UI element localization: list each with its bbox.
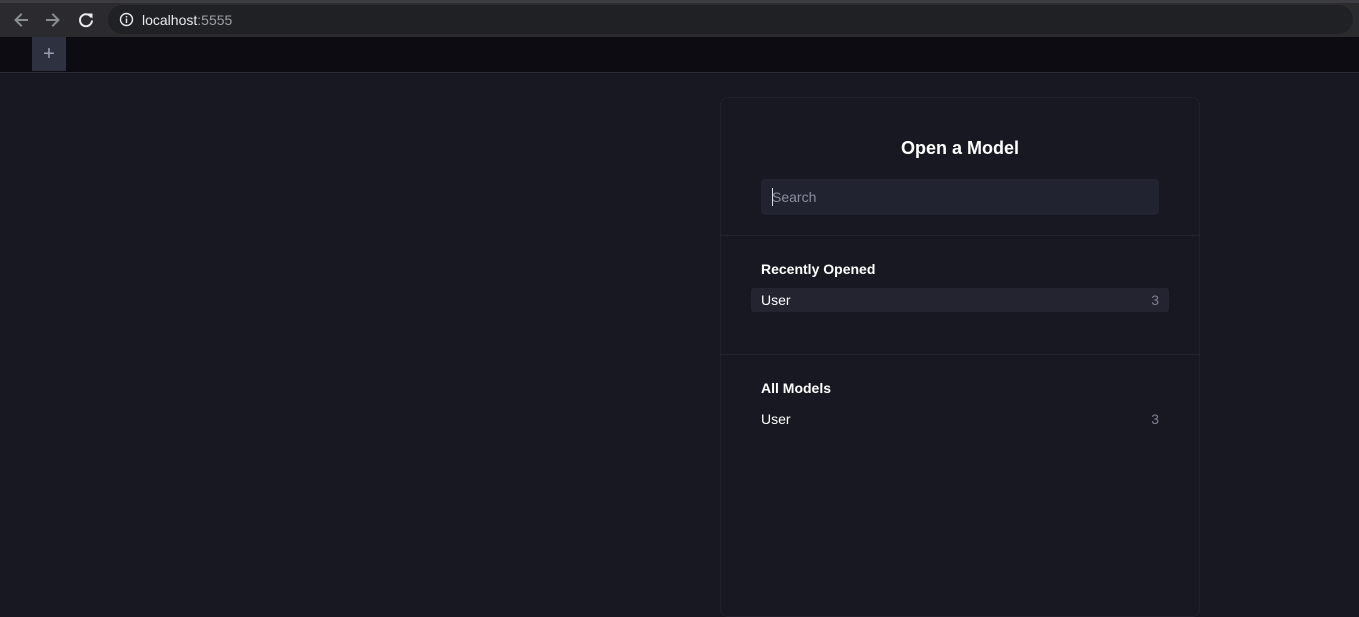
reload-icon — [79, 13, 93, 28]
open-model-panel: Open a Model Recently Opened User 3 All … — [720, 97, 1200, 617]
tab-bar: + — [0, 37, 1359, 73]
browser-toolbar: localhost:5555 — [0, 0, 1359, 37]
model-name: User — [761, 411, 791, 427]
forward-button[interactable] — [41, 8, 65, 32]
back-button[interactable] — [9, 8, 33, 32]
divider — [721, 235, 1199, 236]
address-bar[interactable]: localhost:5555 — [108, 5, 1353, 34]
reload-button[interactable] — [74, 8, 98, 32]
panel-title: Open a Model — [900, 138, 1019, 158]
model-count: 3 — [1151, 292, 1159, 308]
main-area: Open a Model Recently Opened User 3 All … — [0, 73, 1359, 617]
model-name: User — [761, 292, 791, 308]
text-caret — [772, 188, 773, 206]
url-host: localhost — [142, 12, 198, 28]
info-icon[interactable] — [119, 12, 134, 27]
url-port: :5555 — [197, 12, 233, 28]
add-tab-button[interactable]: + — [32, 37, 66, 71]
arrow-right-icon — [46, 13, 60, 27]
divider — [721, 354, 1199, 355]
model-item-user[interactable]: User 3 — [751, 407, 1169, 431]
recently-opened-heading: Recently Opened — [761, 261, 876, 277]
recent-model-item-user[interactable]: User 3 — [751, 288, 1169, 312]
search-input[interactable] — [761, 179, 1159, 215]
all-models-heading: All Models — [761, 380, 832, 396]
url-text: localhost:5555 — [142, 12, 232, 28]
arrow-left-icon — [14, 13, 28, 27]
model-count: 3 — [1151, 411, 1159, 427]
